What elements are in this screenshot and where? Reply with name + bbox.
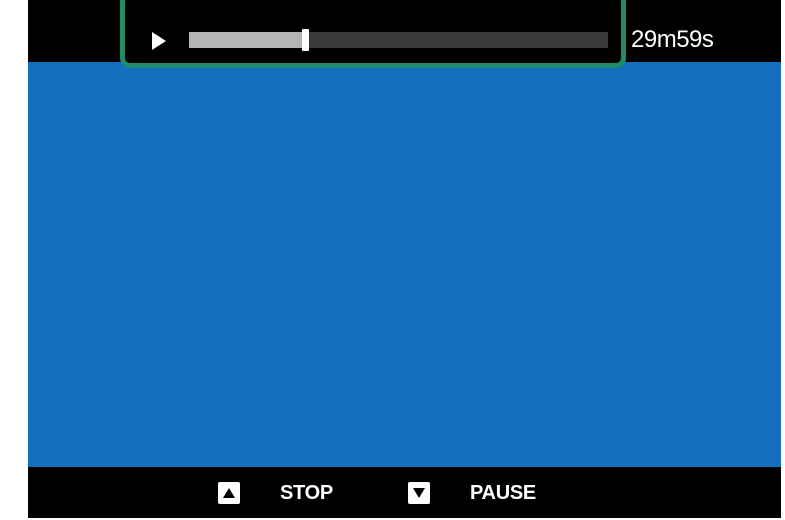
control-guide-bar: STOP PAUSE: [28, 467, 781, 518]
stop-label: STOP: [280, 481, 333, 504]
playback-highlight-frame: [120, 0, 626, 68]
pause-control[interactable]: PAUSE: [408, 481, 536, 505]
play-icon[interactable]: [152, 32, 166, 50]
progress-bar-fill: [189, 32, 302, 48]
up-arrow-key-icon: [218, 482, 240, 504]
video-display-area: [28, 62, 781, 467]
camera-screen: 29m59s STOP PAUSE: [28, 0, 781, 518]
stop-control[interactable]: STOP: [218, 481, 333, 505]
pause-label: PAUSE: [470, 481, 536, 504]
down-arrow-key-icon: [408, 482, 430, 504]
progress-bar-handle[interactable]: [302, 29, 309, 51]
progress-bar[interactable]: [189, 29, 608, 51]
time-readout: 29m59s: [631, 26, 714, 53]
